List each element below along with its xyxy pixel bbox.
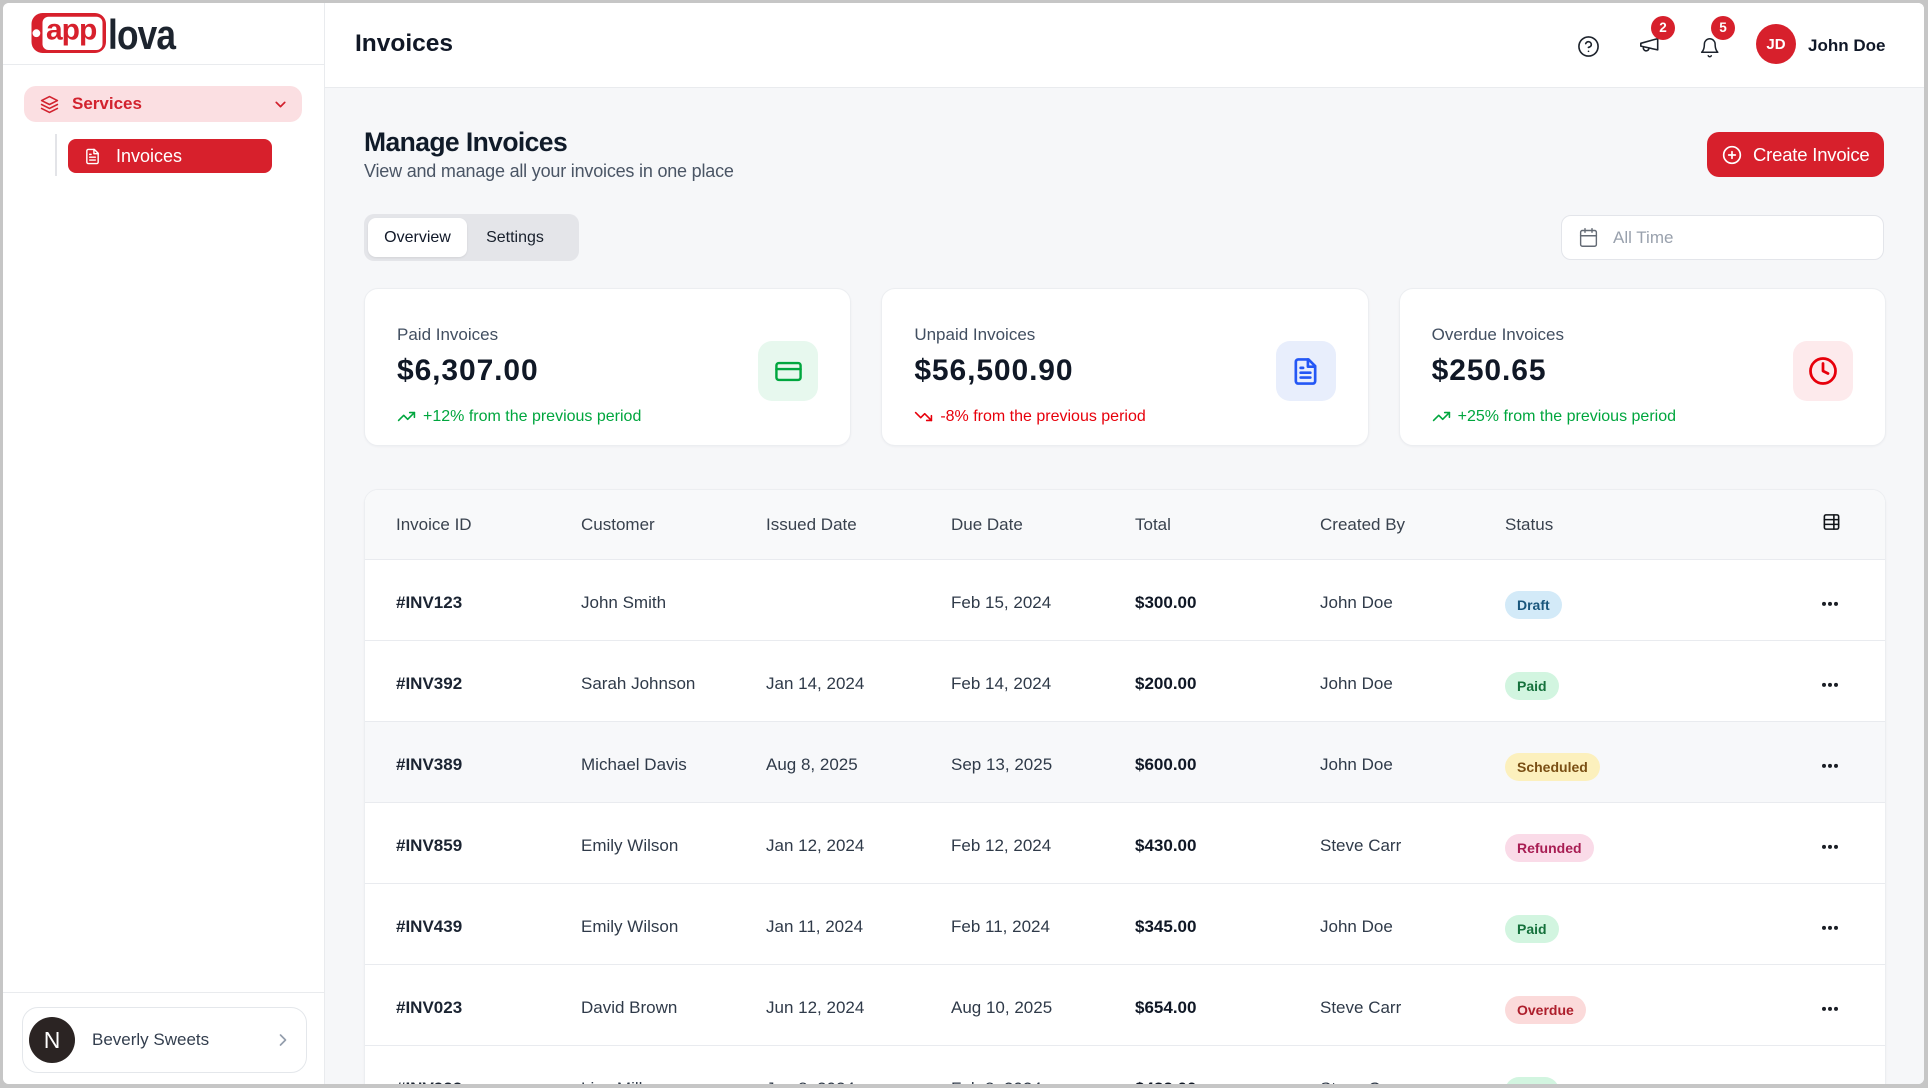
svg-text:lova: lova [108,13,176,59]
svg-text:app: app [46,14,97,47]
